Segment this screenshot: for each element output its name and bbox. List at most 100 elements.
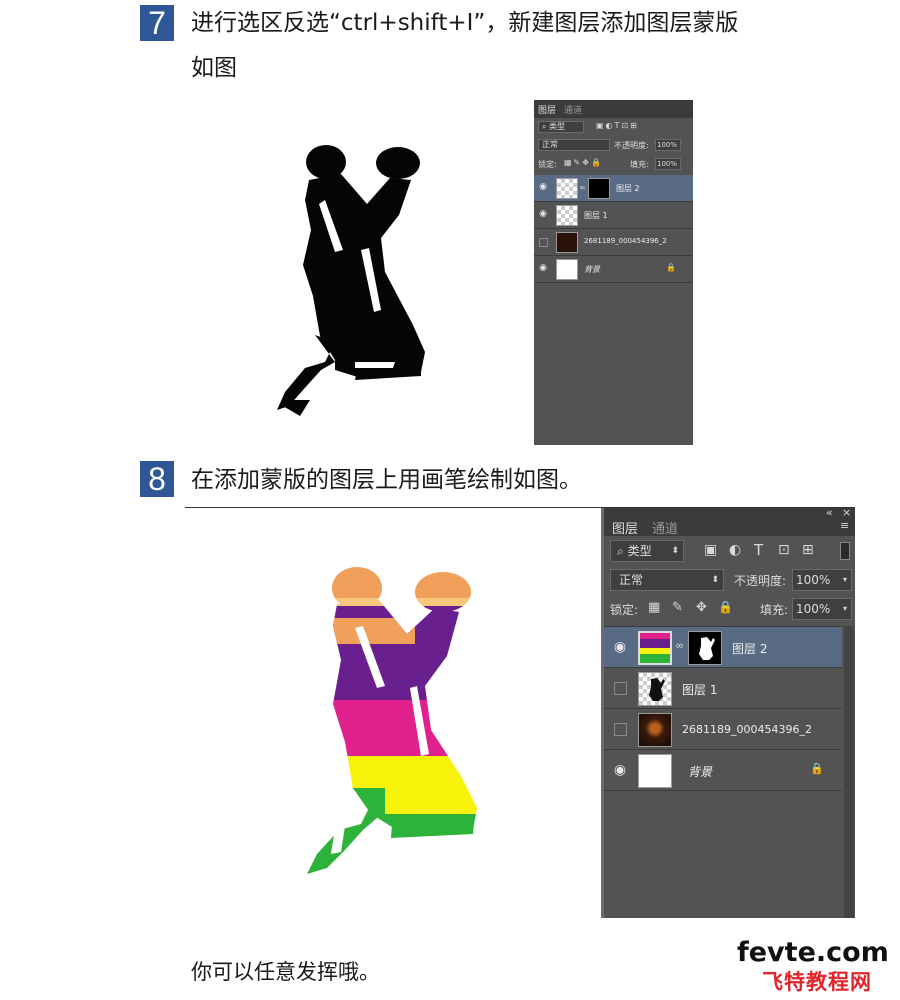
panel-tabbar-small: 图层 通道 [534, 100, 693, 118]
mask-thumbnail[interactable] [588, 178, 610, 199]
watermark-domain: fevte.com [737, 937, 889, 968]
eye-icon[interactable]: ◉ [538, 263, 548, 273]
screenshot-step-8: « × 图层 通道 ≡ ⌕ 类型 ⬍ ▣ ◐ T ⊡ ⊞ 正常 ⬍ 不透明度: … [185, 507, 855, 918]
layers-panel-small: 图层 通道 ⌕ 类型 ▣◐T⊡⊞ 正常 不透明度: 100% 锁定: ▦✎✥🔒 … [534, 100, 693, 445]
layer-name: 背景 [584, 265, 600, 274]
filter-kind-select-small[interactable]: ⌕ 类型 [538, 121, 584, 133]
fill-label-small: 填充: [630, 160, 649, 169]
silhouette-black [277, 145, 425, 416]
tab-channels-small[interactable]: 通道 [564, 103, 582, 116]
layer-thumbnail [556, 205, 578, 226]
filter-kind-label-small: 类型 [549, 122, 566, 131]
tab-layers-small[interactable]: 图层 [538, 103, 556, 116]
blend-mode-select-small[interactable]: 正常 [538, 139, 610, 151]
chevron-down-icon: ▾ [842, 575, 847, 584]
layer-name: 图层 2 [732, 642, 768, 656]
filter-kind-select[interactable]: ⌕ 类型 ⬍ [610, 540, 684, 562]
layers-panel: « × 图层 通道 ≡ ⌕ 类型 ⬍ ▣ ◐ T ⊡ ⊞ 正常 ⬍ 不透明度: … [601, 508, 855, 918]
blend-mode-label: 正常 [619, 573, 644, 587]
tab-channels[interactable]: 通道 [652, 518, 678, 537]
layer-figure-icon [649, 678, 665, 701]
layer-row-small-background[interactable]: ◉ 背景 🔒 [534, 256, 693, 283]
layer-row-small-photo[interactable]: 2681189_000454396_2 [534, 229, 693, 256]
layer-thumbnail [556, 232, 578, 253]
layer-name: 2681189_000454396_2 [584, 237, 667, 245]
tab-layers[interactable]: 图层 [612, 518, 638, 537]
layer-row-small-layer1[interactable]: ◉ 图层 1 [534, 202, 693, 229]
collapse-icon[interactable]: « [826, 508, 833, 519]
layer-name: 背景 [688, 765, 713, 779]
visibility-checkbox[interactable] [539, 238, 548, 247]
eye-icon[interactable]: ◉ [612, 639, 628, 655]
lock-all-icon[interactable]: 🔒 [718, 600, 733, 614]
visibility-checkbox[interactable] [614, 682, 627, 695]
fill-value: 100% [796, 602, 831, 616]
close-icon[interactable]: × [842, 508, 851, 519]
mask-link-icon[interactable]: ∞ [675, 639, 684, 652]
layer-thumbnail [638, 672, 672, 706]
chevron-updown-icon: ⬍ [671, 546, 679, 556]
lock-paint-icon[interactable]: ✎ [672, 600, 683, 615]
lock-icons-small[interactable]: ▦✎✥🔒 [564, 158, 603, 167]
mask-link-icon[interactable]: ∞ [579, 183, 586, 192]
eye-icon[interactable]: ◉ [538, 182, 548, 192]
watermark-cn: 飞特教程网 [762, 970, 872, 994]
visibility-checkbox[interactable] [614, 723, 627, 736]
filter-pixel-icon[interactable]: ▣ [704, 542, 717, 558]
panel-tabbar: « × 图层 通道 ≡ [604, 508, 855, 537]
layer-thumbnail [638, 713, 672, 747]
lock-icon: 🔒 [810, 762, 824, 775]
step-8-badge: 8 [140, 461, 174, 497]
closing-caption: 你可以任意发挥哦。 [191, 960, 380, 984]
layer-name: 2681189_000454396_2 [682, 723, 812, 736]
layer-row-photo[interactable]: 2681189_000454396_2 [604, 709, 842, 750]
filter-kind-label: 类型 [627, 544, 652, 558]
lock-transparency-icon[interactable]: ▦ [648, 600, 660, 615]
opacity-value: 100% [796, 573, 831, 587]
screenshot-step-7: 图层 通道 ⌕ 类型 ▣◐T⊡⊞ 正常 不透明度: 100% 锁定: ▦✎✥🔒 … [185, 100, 693, 445]
layer-thumbnail [556, 178, 578, 199]
filter-icons-small[interactable]: ▣◐T⊡⊞ [596, 121, 676, 130]
layer-name: 图层 1 [682, 683, 718, 697]
layer-name: 图层 2 [616, 184, 640, 193]
fill-input[interactable]: 100% ▾ [792, 598, 852, 620]
step-8-text: 在添加蒙版的图层上用画笔绘制如图。 [191, 467, 582, 493]
opacity-label-small: 不透明度: [614, 141, 649, 150]
lock-move-icon[interactable]: ✥ [696, 600, 707, 615]
layer-row-background[interactable]: ◉ 背景 🔒 [604, 750, 842, 791]
layer-list: ◉ ∞ 图层 2 图层 1 2681189_000454396_2 ◉ 背景 🔒 [604, 626, 842, 918]
filter-shape-icon[interactable]: ⊡ [778, 542, 790, 558]
chevron-down-icon: ▾ [842, 604, 847, 613]
layer-thumbnail [556, 259, 578, 280]
panel-menu-icon[interactable]: ≡ [840, 519, 849, 532]
filter-search-icon-small: ⌕ [542, 122, 547, 131]
step-7-badge: 7 [140, 5, 174, 41]
lock-icon: 🔒 [666, 263, 676, 272]
filter-smart-object-icon[interactable]: ⊞ [802, 542, 814, 558]
layer-thumbnail [638, 631, 672, 665]
fill-label: 填充: [760, 603, 789, 617]
step-7-text-line2: 如图 [191, 55, 237, 81]
filter-adjustment-icon[interactable]: ◐ [729, 542, 741, 558]
silhouette-painted [307, 567, 477, 874]
layer-name: 图层 1 [584, 211, 608, 220]
mask-thumbnail[interactable] [688, 631, 722, 665]
layer-row-layer1[interactable]: 图层 1 [604, 668, 842, 709]
step-7-text-line1: 进行选区反选“ctrl+shift+I”，新建图层添加图层蒙版 [191, 10, 739, 36]
blend-mode-select[interactable]: 正常 ⬍ [610, 569, 724, 591]
filter-type-icon[interactable]: T [754, 541, 763, 559]
lock-label-small: 锁定: [538, 160, 557, 169]
lock-label: 锁定: [610, 603, 639, 617]
mask-figure-icon [699, 637, 715, 660]
opacity-input[interactable]: 100% ▾ [792, 569, 852, 591]
opacity-label: 不透明度: [734, 574, 787, 588]
layer-row-small-layer2[interactable]: ◉ ∞ 图层 2 [534, 175, 693, 202]
layer-row-layer2[interactable]: ◉ ∞ 图层 2 [604, 627, 842, 668]
chevron-updown-icon: ⬍ [711, 575, 719, 585]
layer-list-scrollbar[interactable] [844, 626, 854, 918]
eye-icon[interactable]: ◉ [538, 209, 548, 219]
opacity-input-small[interactable]: 100% [655, 139, 681, 151]
filter-toggle[interactable] [840, 542, 850, 560]
fill-input-small[interactable]: 100% [655, 158, 681, 170]
eye-icon[interactable]: ◉ [612, 762, 628, 778]
